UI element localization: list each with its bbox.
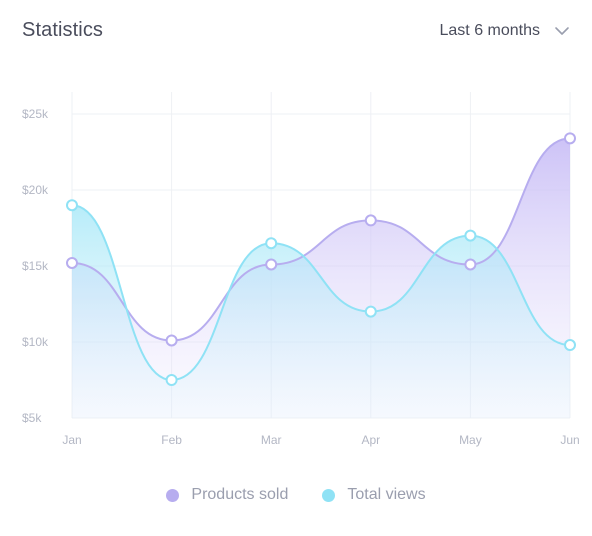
x-tick-label: May bbox=[459, 433, 482, 447]
legend-label-total-views: Total views bbox=[347, 486, 426, 503]
point-products-sold[interactable] bbox=[165, 334, 178, 347]
x-tick-label: Jan bbox=[62, 433, 81, 447]
x-tick-label: Jun bbox=[560, 433, 579, 447]
x-tick-label: Mar bbox=[261, 433, 282, 447]
point-total-views[interactable] bbox=[165, 374, 178, 386]
y-tick-label: $20k bbox=[22, 183, 49, 197]
legend-item-products-sold[interactable]: Products sold bbox=[166, 486, 288, 504]
legend-dot-total-views bbox=[322, 488, 336, 502]
area-total-views bbox=[72, 205, 570, 418]
point-total-views[interactable] bbox=[265, 237, 278, 250]
point-total-views[interactable] bbox=[464, 229, 477, 242]
point-total-views[interactable] bbox=[564, 339, 576, 352]
point-total-views[interactable] bbox=[364, 305, 377, 318]
legend-item-total-views[interactable]: Total views bbox=[322, 486, 426, 504]
statistics-card: Statistics Last 6 months $5k $10k $15k $20k… bbox=[0, 0, 592, 536]
legend-label-products-sold: Products sold bbox=[191, 486, 289, 503]
y-tick-label: $10k bbox=[22, 335, 49, 349]
line-chart: $5k $10k $15k $20k $25k Jan Feb Mar Apr May Jun bbox=[22, 92, 580, 447]
y-tick-label: $15k bbox=[22, 259, 49, 273]
legend: Products sold Total views bbox=[0, 486, 592, 504]
point-total-views[interactable] bbox=[66, 199, 78, 212]
point-products-sold[interactable] bbox=[364, 214, 377, 227]
point-products-sold[interactable] bbox=[66, 256, 78, 269]
x-tick-label: Apr bbox=[361, 433, 380, 447]
point-products-sold[interactable] bbox=[464, 258, 477, 271]
legend-dot-products-sold bbox=[166, 488, 180, 502]
point-products-sold[interactable] bbox=[265, 258, 278, 271]
y-tick-label: $5k bbox=[22, 411, 42, 425]
y-tick-label: $25k bbox=[22, 107, 49, 121]
point-products-sold[interactable] bbox=[564, 132, 576, 145]
x-tick-label: Feb bbox=[161, 433, 182, 447]
